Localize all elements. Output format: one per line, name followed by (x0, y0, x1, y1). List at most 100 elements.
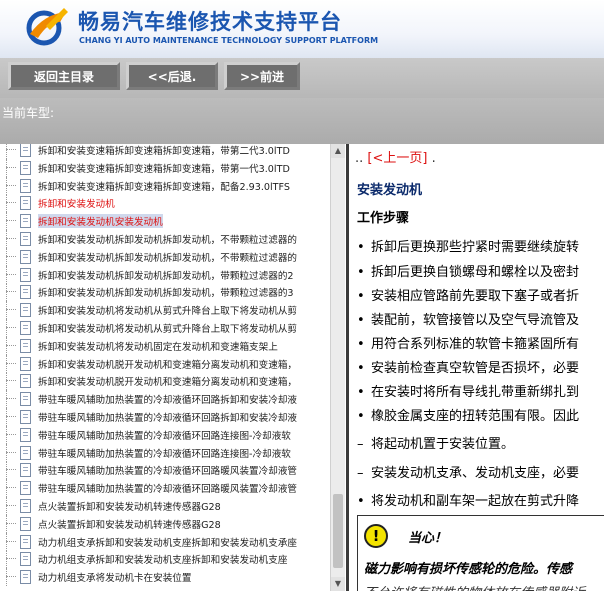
tree-item-label[interactable]: 拆卸和安装发动机将发动机从剪式升降台上取下将发动机从剪 (38, 303, 297, 317)
tree-connector (6, 176, 7, 195)
tree-item[interactable]: 带驻车暖风辅助加热装置的冷却液循环回路拆卸和安装冷却液 (0, 407, 330, 426)
document-content: .. [<上一页] . 安装发动机 工作步骤 • 拆卸后更换那些拧紧时需要继续旋转… (346, 144, 604, 591)
scroll-thumb[interactable] (333, 494, 343, 568)
page-title: 安装发动机 (357, 183, 423, 198)
tree-item[interactable]: 动力机组支承拆卸和安装发动机支座拆卸和安装发动机支座 (0, 550, 330, 569)
car-type-bar: 当前车型: (0, 98, 604, 144)
tree-item-label[interactable]: 拆卸和安装发动机拆卸发动机拆卸发动机，带颗粒过滤器的3 (38, 285, 294, 299)
tree-item-label[interactable]: 拆卸和安装发动机将发动机固定在发动机和变速箱支架上 (38, 339, 278, 353)
tree-connector (6, 194, 7, 213)
caution-title: 当心！ (408, 531, 448, 546)
tree-connector (6, 309, 16, 311)
tree-connector (6, 380, 16, 382)
step-text: 安装相应管路前先要取下塞子或者折 (371, 289, 580, 304)
tree-scrollbar[interactable]: ▲ ▼ (330, 144, 345, 591)
bullet-marker: • (357, 240, 365, 255)
tree-item[interactable]: 拆卸和安装变速箱拆卸变速箱拆卸变速箱，带第一代3.0lTD (0, 158, 330, 177)
tree-item-label[interactable]: 点火装置拆卸和安装发动机转速传感器G28 (38, 499, 221, 513)
document-icon (20, 481, 31, 496)
tree-connector (6, 469, 16, 471)
tree-item-label[interactable]: 带驻车暖风辅助加热装置的冷却液循环回路拆卸和安装冷却液 (38, 392, 297, 406)
tree-item-label[interactable]: 点火装置拆卸和安装发动机转速传感器G28 (38, 517, 221, 531)
tree-item[interactable]: 点火装置拆卸和安装发动机转速传感器G28 (0, 496, 330, 515)
tree-item[interactable]: 点火装置拆卸和安装发动机转速传感器G28 (0, 514, 330, 533)
tree-item[interactable]: 拆卸和安装发动机将发动机从剪式升降台上取下将发动机从剪 (0, 301, 330, 320)
prev-page-link[interactable]: [<上一页] (367, 151, 427, 166)
tree-item-label[interactable]: 拆卸和安装发动机安装发动机 (38, 214, 163, 229)
tree-item-label[interactable]: 拆卸和安装发动机脱开发动机和变速箱分离发动机和变速箱， (38, 357, 297, 371)
scroll-down-icon[interactable]: ▼ (331, 577, 345, 591)
tree-item-label[interactable]: 带驻车暖风辅助加热装置的冷却液循环回路连接图-冷却液软 (38, 446, 291, 460)
tree-connector (6, 149, 16, 150)
tree-item[interactable]: 动力机组支承将发动机卡在安装位置 (0, 568, 330, 587)
tree-item-label[interactable]: 拆卸和安装发动机拆卸发动机拆卸发动机，带颗粒过滤器的2 (38, 268, 294, 282)
document-icon (20, 516, 31, 531)
tree-connector (6, 398, 16, 400)
tree-item[interactable]: 拆卸和安装变速箱拆卸变速箱拆卸变速箱，带第二代3.0lTD (0, 144, 330, 159)
tree-connector (6, 184, 16, 186)
tree-connector (6, 291, 16, 293)
tree-connector (6, 522, 16, 524)
tree-item[interactable]: 带驻车暖风辅助加热装置的冷却液循环回路连接图-冷却液软 (0, 443, 330, 462)
forward-button[interactable]: >>前进 (224, 62, 300, 90)
document-icon (20, 498, 31, 513)
tree-item-label[interactable]: 带驻车暖风辅助加热装置的冷却液循环回路拆卸和安装冷却液 (38, 410, 297, 424)
tree-item-label[interactable]: 拆卸和安装发动机脱开发动机和变速箱分离发动机和变速箱， (38, 374, 297, 388)
tree-item-label[interactable]: 拆卸和安装变速箱拆卸变速箱拆卸变速箱，带第一代3.0lTD (38, 161, 290, 175)
tree-item[interactable]: 拆卸和安装发动机脱开发动机和变速箱分离发动机和变速箱， (0, 354, 330, 373)
document-icon (20, 214, 31, 229)
tree-item-label[interactable]: 带驻车暖风辅助加热装置的冷却液循环回路暖风装置冷却液管 (38, 481, 297, 495)
tree-item[interactable]: 拆卸和安装发动机拆卸发动机拆卸发动机，带颗粒过滤器的3 (0, 283, 330, 302)
tree-item[interactable]: 带驻车暖风辅助加热装置的冷却液循环回路连接图-冷却液软 (0, 425, 330, 444)
document-icon (20, 445, 31, 460)
step-text: 在安装时将所有导线扎带重新绑扎到 (371, 385, 580, 400)
tree-connector (6, 265, 7, 284)
tree-item[interactable]: 拆卸和安装发动机拆卸发动机拆卸发动机，不带颗粒过滤器的 (0, 229, 330, 248)
document-icon (20, 463, 31, 478)
document-icon (20, 178, 31, 193)
tree-item[interactable]: 带驻车暖风辅助加热装置的冷却液循环回路暖风装置冷却液管 (0, 479, 330, 498)
tree-connector (6, 558, 16, 560)
tree-item[interactable]: 拆卸和安装发动机拆卸发动机拆卸发动机，带颗粒过滤器的2 (0, 265, 330, 284)
tree-item-label[interactable]: 拆卸和安装发动机拆卸发动机拆卸发动机，不带颗粒过滤器的 (38, 250, 297, 264)
step-item: • 安装相应管路前先要取下塞子或者折 (357, 285, 579, 304)
tree-connector (6, 273, 16, 275)
home-button[interactable]: 返回主目录 (8, 62, 120, 90)
tree-connector (6, 362, 16, 364)
tree-item-label[interactable]: 拆卸和安装发动机 (38, 196, 115, 210)
tree-connector (6, 461, 7, 480)
step-item: • 安装前检查真空软管是否损坏，必要 (357, 357, 579, 376)
tree-item-label[interactable]: 拆卸和安装发动机将发动机从剪式升降台上取下将发动机从剪 (38, 321, 297, 335)
tree-connector (6, 220, 16, 222)
tree-connector (6, 301, 7, 320)
tree-item-label[interactable]: 动力机组支承将发动机卡在安装位置 (38, 570, 192, 584)
tree-item-label[interactable]: 拆卸和安装发动机拆卸发动机拆卸发动机，不带颗粒过滤器的 (38, 232, 297, 246)
tree-connector (6, 425, 7, 444)
document-icon (20, 392, 31, 407)
tree-connector (6, 144, 7, 159)
step-item: • 拆卸后更换自锁螺母和螺栓以及密封 (357, 261, 579, 280)
tree-item[interactable]: 带驻车暖风辅助加热装置的冷却液循环回路暖风装置冷却液管 (0, 461, 330, 480)
tree-item-label[interactable]: 拆卸和安装变速箱拆卸变速箱拆卸变速箱，带第二代3.0lTD (38, 144, 290, 157)
tree-item[interactable]: 动力机组支承拆卸和安装发动机支座拆卸和安装发动机支承座 (0, 532, 330, 551)
tree-item-label[interactable]: 动力机组支承拆卸和安装发动机支座拆卸和安装发动机支承座 (38, 535, 297, 549)
scroll-up-icon[interactable]: ▲ (331, 144, 345, 158)
step-text: 安装发动机支承、发动机支座，必要 (371, 466, 580, 481)
tree-item[interactable]: 带驻车暖风辅助加热装置的冷却液循环回路拆卸和安装冷却液 (0, 390, 330, 409)
tree-item-label[interactable]: 动力机组支承拆卸和安装发动机支座拆卸和安装发动机支座 (38, 552, 287, 566)
tree-item[interactable]: 拆卸和安装发动机将发动机从剪式升降台上取下将发动机从剪 (0, 318, 330, 337)
tree-item-label[interactable]: 带驻车暖风辅助加热装置的冷却液循环回路连接图-冷却液软 (38, 428, 291, 442)
tree-item-label[interactable]: 带驻车暖风辅助加热装置的冷却液循环回路暖风装置冷却液管 (38, 463, 297, 477)
tree-item[interactable]: 拆卸和安装发动机安装发动机 (0, 212, 330, 231)
tree-connector (6, 283, 7, 302)
document-icon (20, 144, 31, 157)
tree-item[interactable]: 拆卸和安装发动机拆卸发动机拆卸发动机，不带颗粒过滤器的 (0, 247, 330, 266)
tree-item[interactable]: 拆卸和安装发动机将发动机固定在发动机和变速箱支架上 (0, 336, 330, 355)
tree-item-label[interactable]: 拆卸和安装变速箱拆卸变速箱拆卸变速箱，配备2.93.0lTFS (38, 179, 290, 193)
back-button[interactable]: <<后退. (126, 62, 218, 90)
step-item: – 将起动机置于安装位置。 (357, 433, 514, 452)
tree-connector (6, 202, 16, 204)
tree-item[interactable]: 拆卸和安装变速箱拆卸变速箱拆卸变速箱，配备2.93.0lTFS (0, 176, 330, 195)
tree-item[interactable]: 拆卸和安装发动机 (0, 194, 330, 213)
tree-item[interactable]: 拆卸和安装发动机脱开发动机和变速箱分离发动机和变速箱， (0, 372, 330, 391)
